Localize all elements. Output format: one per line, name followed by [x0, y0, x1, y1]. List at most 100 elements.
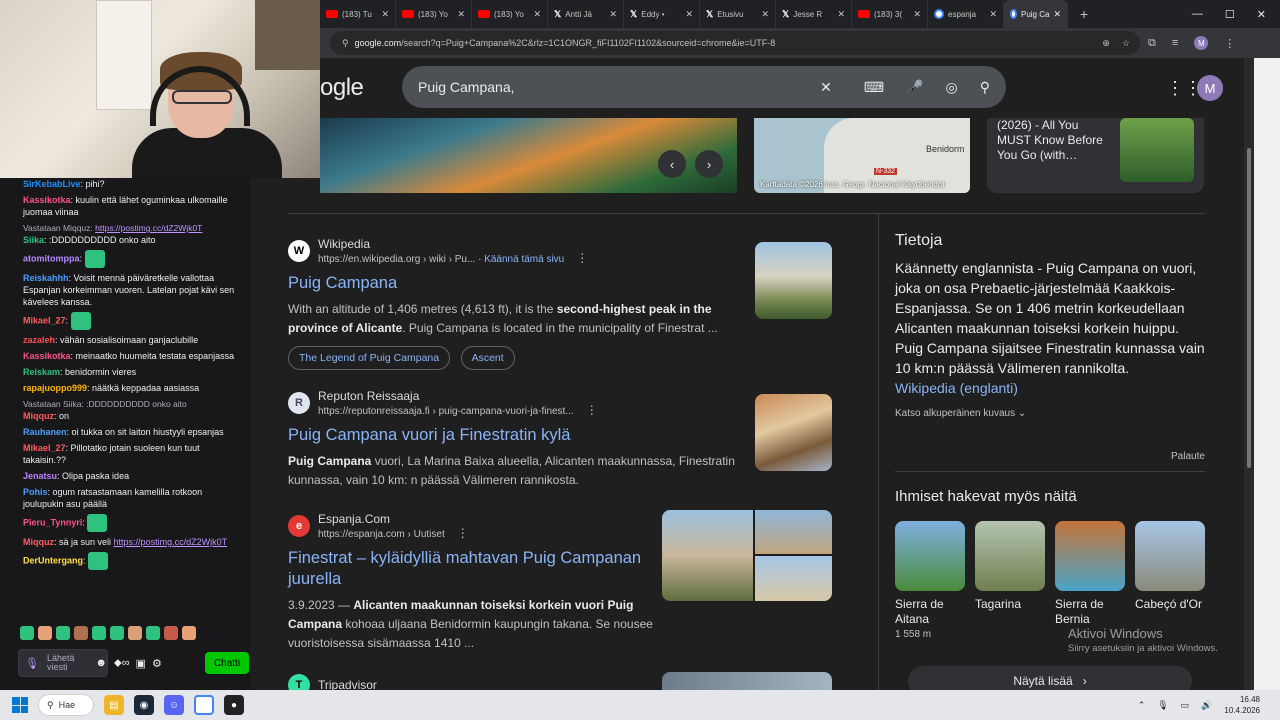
emote-bar[interactable] — [20, 626, 196, 640]
chat-username[interactable]: Kassikotka — [23, 351, 71, 361]
google-logo[interactable]: ogle — [320, 74, 364, 102]
close-tab-icon[interactable]: ✕ — [761, 9, 769, 20]
wikipedia-thumbnail[interactable] — [755, 242, 832, 319]
feedback-link[interactable]: Palaute — [1171, 451, 1205, 462]
url-field[interactable]: ⚲ google.com/search?q=Puig+Campana%2C&rl… — [330, 31, 1140, 55]
more-options-icon[interactable]: ⋮ — [586, 403, 598, 417]
espanja-thumbnail-1[interactable] — [662, 510, 753, 601]
chrome-icon[interactable] — [194, 695, 214, 715]
media-icon[interactable]: ≡ — [1172, 37, 1178, 49]
chat-link[interactable]: https://postimg.cc/dZ2Wjk0T — [114, 537, 228, 547]
result-title[interactable]: Puig Campana — [288, 273, 738, 294]
search-icon[interactable]: ⚲ — [980, 79, 990, 96]
pasf-item[interactable]: Tagarina — [975, 521, 1045, 612]
chat-input[interactable]: 🎙 Lähetä viesti ☻ — [18, 649, 108, 677]
keyboard-icon[interactable]: ⌨ — [864, 79, 884, 96]
gift-icon[interactable]: ▣ — [136, 657, 146, 670]
browser-tab[interactable]: (183) Tu ✕ — [320, 0, 396, 28]
result-url[interactable]: https://en.wikipedia.org › wiki › Pu... — [318, 254, 475, 265]
settings-gear-icon[interactable]: ⚙ — [152, 657, 162, 670]
browser-tab[interactable]: 𝕏 Jesse R ✕ — [776, 0, 852, 28]
chat-reply-context[interactable]: Vastataan Miqquz: https://postimg.cc/dZ2… — [23, 222, 242, 234]
close-tab-icon[interactable]: ✕ — [533, 9, 541, 20]
chat-username[interactable]: Rauhanen — [23, 427, 67, 437]
close-tab-icon[interactable]: ✕ — [1053, 9, 1061, 20]
chat-link[interactable]: https://postimg.cc/dZ2Wjk0T — [95, 223, 202, 233]
result-source[interactable]: Wikipedia — [318, 237, 588, 251]
browser-tab[interactable]: (183) Yo ✕ — [396, 0, 472, 28]
wikipedia-source-link[interactable]: Wikipedia (englanti) — [895, 378, 1205, 398]
profile-avatar[interactable]: M — [1194, 36, 1209, 50]
browser-tab[interactable]: 𝕏 Etusivu ✕ — [700, 0, 776, 28]
pasf-item[interactable]: Sierra de Bernia — [1055, 521, 1125, 627]
browser-tab[interactable]: Puig Ca ✕ — [1004, 0, 1068, 28]
zoom-icon[interactable]: ⊕ — [1102, 38, 1110, 49]
close-tab-icon[interactable]: ✕ — [609, 9, 617, 20]
browser-tab[interactable]: (183) 3(✕ — [852, 0, 928, 28]
result-source[interactable]: Reputon Reissaaja — [318, 389, 598, 403]
close-window-icon[interactable]: ✕ — [1257, 8, 1266, 21]
result-title[interactable]: Finestrat – kyläidylliä mahtavan Puig Ca… — [288, 548, 658, 590]
chip-ascent[interactable]: Ascent — [460, 346, 515, 370]
chat-username[interactable]: DerUntergang — [23, 555, 83, 565]
chat-username[interactable]: Mikael_27 — [23, 315, 66, 325]
carousel-next-button[interactable]: › — [695, 150, 723, 178]
chat-username[interactable]: SirKebabLive — [23, 179, 81, 189]
pasf-item[interactable]: Cabeçó d'Or — [1135, 521, 1205, 612]
location-map[interactable]: Benidorm N-332 Karttadata ©2026 Inst. Ge… — [754, 118, 970, 193]
carousel-prev-button[interactable]: ‹ — [658, 150, 686, 178]
search-query[interactable]: Puig Campana, — [418, 79, 820, 95]
microphone-icon[interactable]: 🎙 — [25, 657, 39, 670]
extensions-icon[interactable]: ⧉ — [1148, 37, 1156, 50]
browser-menu-icon[interactable]: ⋮ — [1224, 37, 1235, 50]
obs-icon[interactable]: ● — [224, 695, 244, 715]
espanja-thumbnail-3[interactable] — [755, 556, 832, 601]
result-source[interactable]: Espanja.Com — [318, 512, 469, 526]
chat-username[interactable]: Mikael_27 — [23, 443, 66, 453]
chat-username[interactable]: rapajuoppo999 — [23, 383, 87, 393]
new-tab-button[interactable]: + — [1068, 6, 1100, 22]
site-settings-icon[interactable]: ⚲ — [342, 38, 349, 49]
chat-username[interactable]: Pohis — [23, 487, 48, 497]
more-options-icon[interactable]: ⋮ — [576, 251, 588, 265]
clear-search-icon[interactable]: ✕ — [820, 79, 832, 96]
search-input[interactable]: Puig Campana, ✕ ⌨ 🎤 ◎ ⚲ — [402, 66, 1006, 108]
reputon-thumbnail[interactable] — [755, 394, 832, 471]
chat-username[interactable]: Miqquz — [23, 411, 54, 421]
chat-username[interactable]: Siika — [23, 235, 44, 245]
chat-reply-context[interactable]: Vastataan Siika: :DDDDDDDDDD onko aito — [23, 398, 242, 410]
tripadvisor-thumbnail[interactable] — [662, 672, 832, 690]
monitor-icon[interactable]: ▭ — [1181, 700, 1190, 711]
windows-start-icon[interactable] — [12, 697, 28, 713]
voice-search-icon[interactable]: 🎤 — [906, 79, 923, 96]
bookmark-star-icon[interactable]: ☆ — [1122, 38, 1130, 49]
tray-expand-icon[interactable]: ⌃ — [1138, 700, 1146, 711]
more-options-icon[interactable]: ⋮ — [457, 526, 469, 540]
minimize-icon[interactable]: — — [1192, 8, 1203, 21]
pasf-item[interactable]: Sierra de Aitana 1 558 m — [895, 521, 965, 640]
espanja-thumbnail-2[interactable] — [755, 510, 832, 554]
volume-icon[interactable]: 🔊 — [1201, 700, 1212, 711]
discord-icon[interactable]: ☺ — [164, 695, 184, 715]
chat-username[interactable]: Pieru_Tynnyri — [23, 517, 82, 527]
taskbar-search[interactable]: ⚲ Hae — [38, 694, 94, 716]
close-tab-icon[interactable]: ✕ — [381, 9, 389, 20]
result-title[interactable]: Puig Campana vuori ja Finestratin kylä — [288, 425, 738, 446]
browser-tab[interactable]: (183) Yo ✕ — [472, 0, 548, 28]
result-url[interactable]: https://espanja.com › Uutiset — [318, 529, 445, 540]
close-tab-icon[interactable]: ✕ — [837, 9, 845, 20]
clock[interactable]: 16.48 10.4.2026 — [1224, 694, 1260, 716]
close-tab-icon[interactable]: ✕ — [913, 9, 921, 20]
top-card[interactable]: (2026) - All You MUST Know Before You Go… — [987, 118, 1204, 193]
maximize-icon[interactable]: ☐ — [1225, 8, 1235, 21]
google-account-avatar[interactable]: M — [1197, 75, 1223, 101]
chat-username[interactable]: zazaleh — [23, 335, 55, 345]
close-tab-icon[interactable]: ✕ — [989, 9, 997, 20]
microphone-tray-icon[interactable]: 🎙 — [1157, 700, 1168, 711]
bits-icon[interactable]: ⬥∞ — [114, 657, 130, 670]
chat-username[interactable]: Reiskahhh — [23, 273, 69, 283]
translate-link[interactable]: Käännä tämä sivu — [484, 254, 564, 265]
browser-tab[interactable]: 𝕏 Eddy • ✕ — [624, 0, 700, 28]
chat-username[interactable]: Miqquz — [23, 537, 54, 547]
chat-username[interactable]: Kassikotka — [23, 195, 71, 205]
